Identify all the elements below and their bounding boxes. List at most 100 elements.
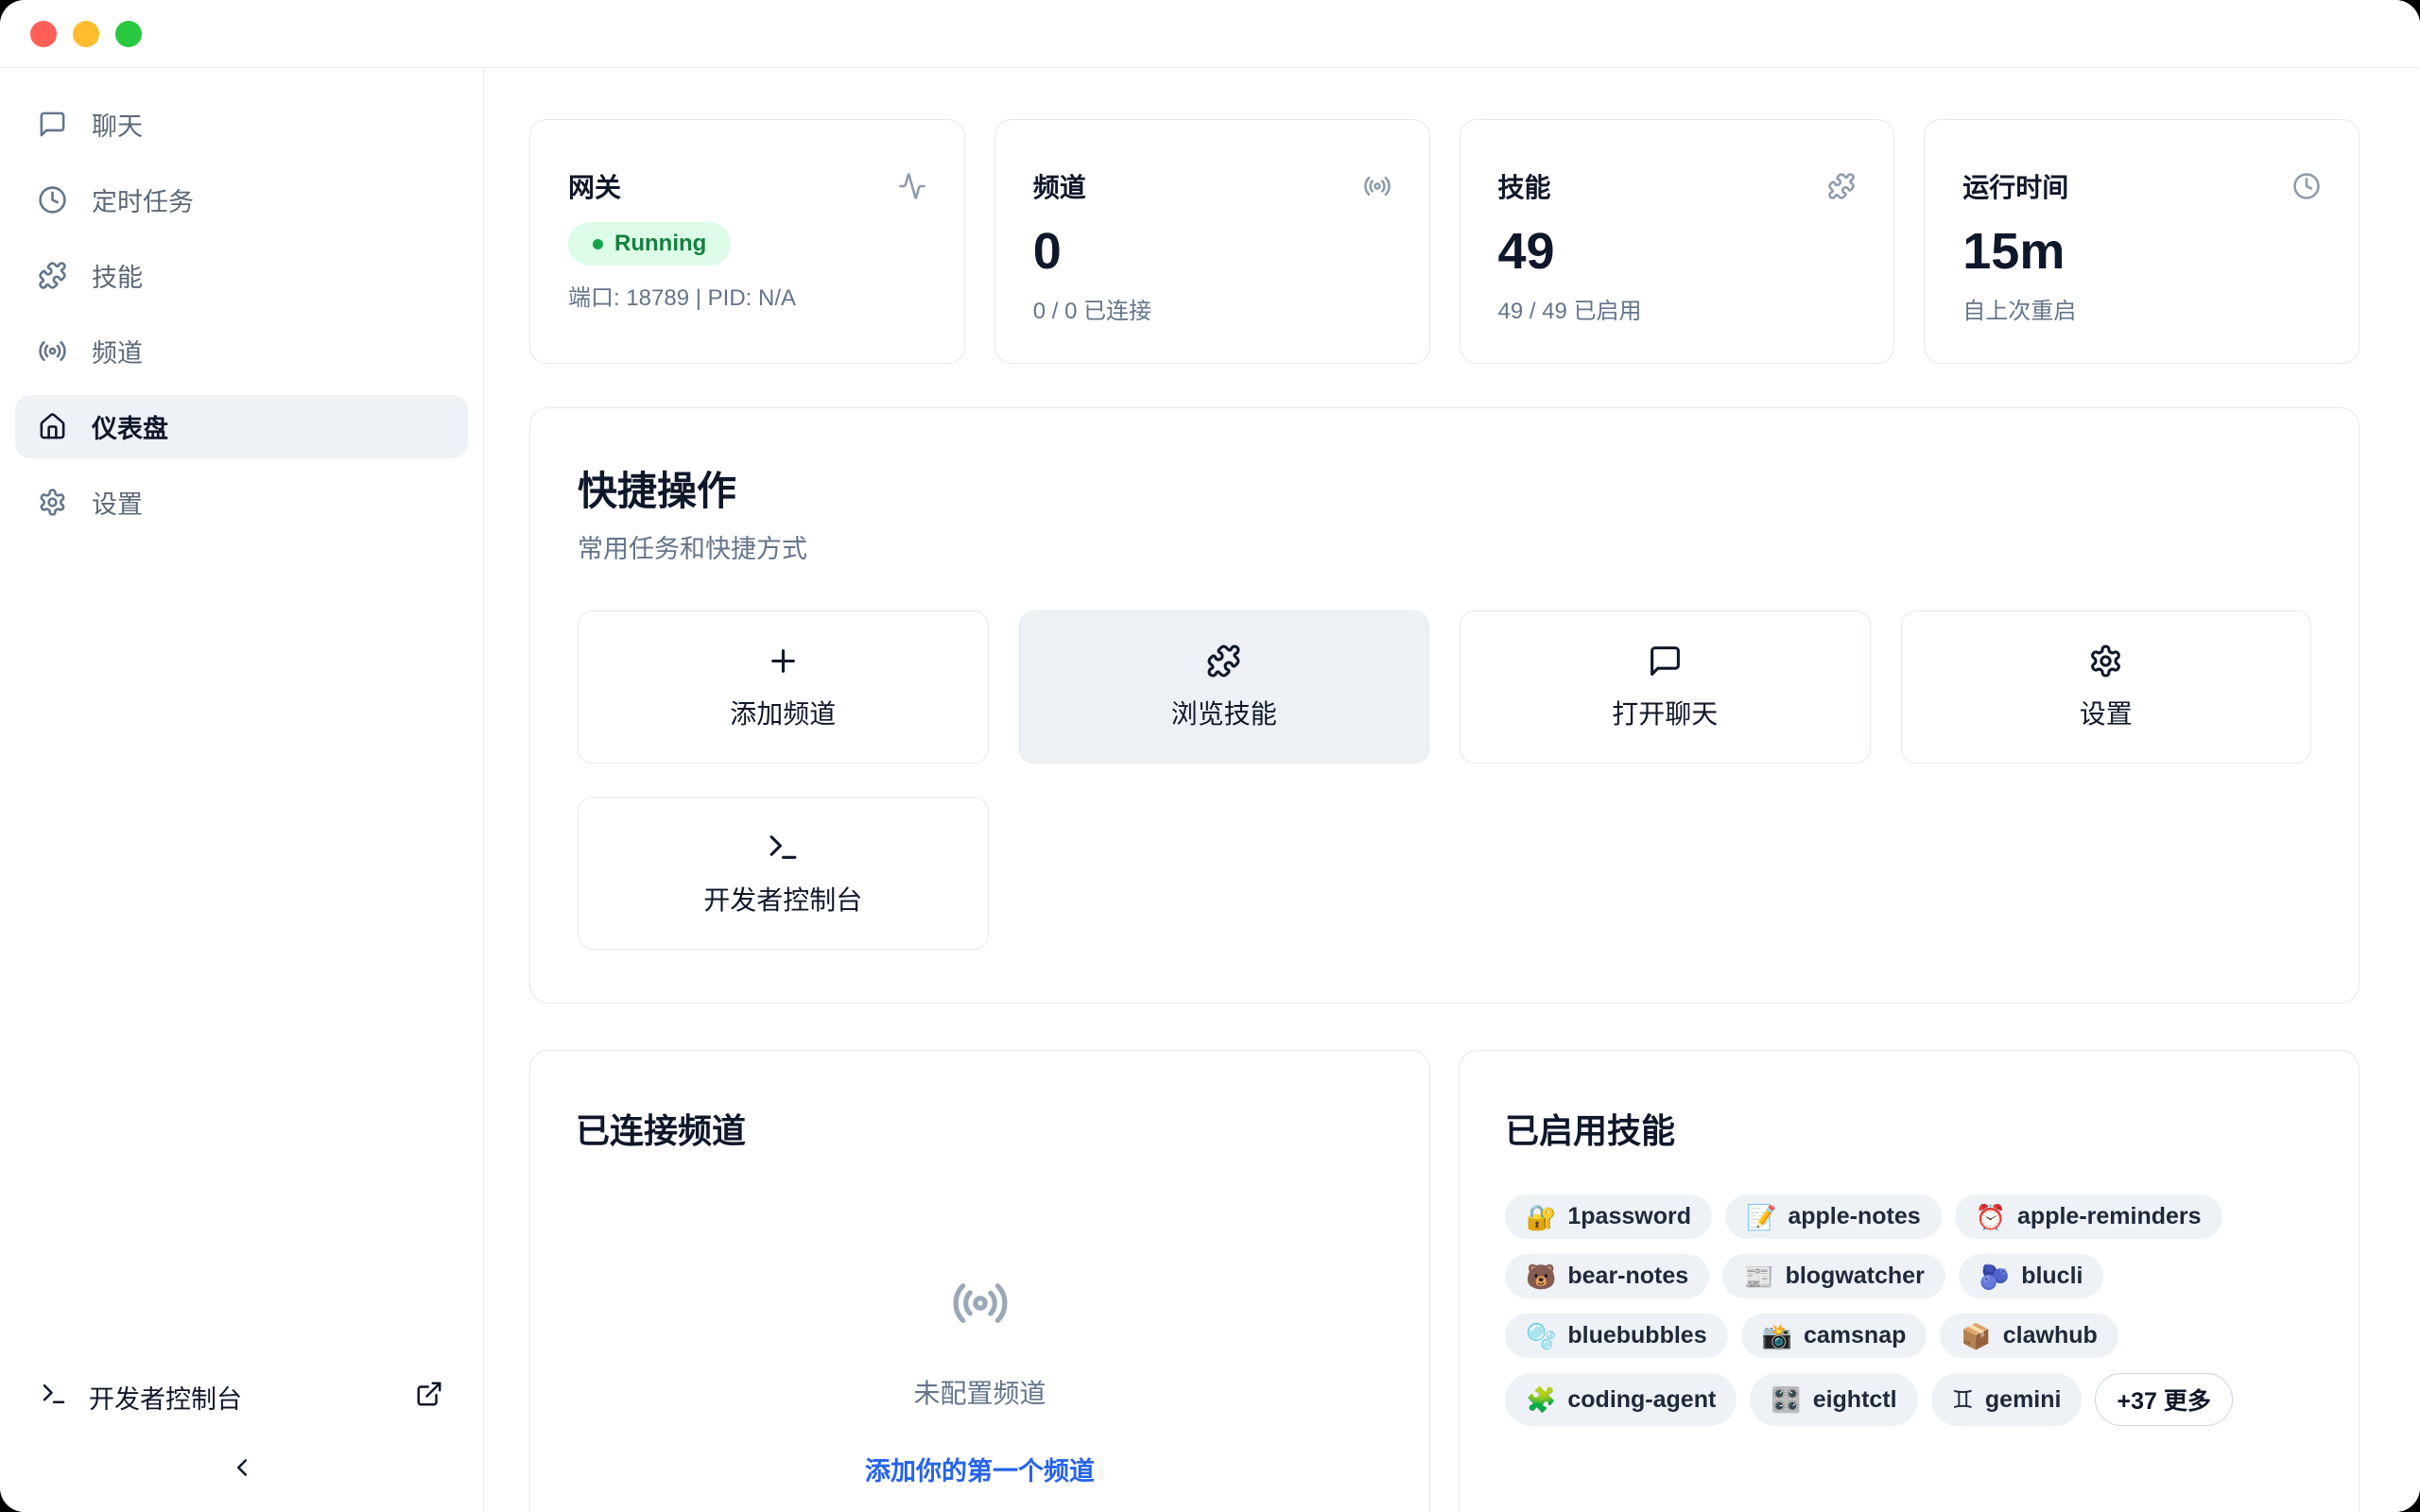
connected-channels-card: 已连接频道 未配置频道 添加你的第一个频道	[529, 1050, 1430, 1512]
sidebar-item-label: 仪表盘	[92, 408, 168, 445]
stat-value: 49	[1498, 226, 1857, 277]
minimize-button[interactable]	[73, 21, 99, 47]
external-link-icon	[415, 1380, 443, 1408]
skill-badge-eightctl: 🎛️ eightctl	[1750, 1373, 1917, 1426]
sidebar-item-技能[interactable]: 技能	[15, 244, 468, 307]
maximize-button[interactable]	[115, 21, 142, 47]
sidebar-collapse-button[interactable]	[15, 1429, 468, 1486]
quick-action-设置[interactable]: 设置	[1901, 610, 2312, 764]
sidebar-item-频道[interactable]: 频道	[15, 319, 468, 383]
channels-empty-text: 未配置频道	[913, 1373, 1046, 1411]
terminal-icon	[40, 1380, 68, 1408]
quick-action-浏览技能[interactable]: 浏览技能	[1019, 610, 1430, 764]
connected-channels-title: 已连接频道	[576, 1104, 1384, 1153]
sidebar-item-定时任务[interactable]: 定时任务	[15, 168, 468, 232]
skill-name: apple-reminders	[2017, 1203, 2202, 1230]
titlebar	[0, 0, 2420, 68]
puzzle-icon	[1827, 172, 1856, 200]
settings-icon	[2088, 644, 2123, 679]
skill-emoji-icon: 🧩	[1526, 1387, 1556, 1412]
quick-action-label: 开发者控制台	[703, 880, 862, 918]
enabled-skills-card: 已启用技能 🔐 1password 📝 apple-notes ⏰ apple-…	[1459, 1050, 2360, 1512]
sidebar-item-聊天[interactable]: 聊天	[15, 93, 468, 156]
quick-action-label: 打开聊天	[1612, 694, 1718, 731]
skill-name: 1password	[1567, 1203, 1691, 1230]
stat-subtitle: 0 / 0 已连接	[1033, 292, 1392, 325]
stat-card-运行时间: 运行时间 15m 自上次重启	[1924, 119, 2360, 364]
dev-console-label: 开发者控制台	[89, 1379, 242, 1416]
close-button[interactable]	[30, 21, 57, 47]
skill-badge-coding-agent: 🧩 coding-agent	[1505, 1373, 1737, 1426]
skill-name: clawhub	[2003, 1322, 2098, 1349]
radio-icon	[1363, 172, 1392, 200]
stat-value: 0	[1033, 226, 1392, 277]
sidebar: 聊天 定时任务 技能 频道 仪表盘 设置 开发者控制台	[0, 68, 484, 1512]
dev-console-button[interactable]: 开发者控制台	[15, 1366, 468, 1429]
home-icon	[38, 412, 67, 441]
quick-action-开发者控制台[interactable]: 开发者控制台	[578, 797, 989, 950]
skill-emoji-icon: 🔐	[1526, 1205, 1556, 1229]
sidebar-item-label: 技能	[92, 257, 143, 294]
stat-card-网关: 网关 Running 端口: 18789 | PID: N/A	[529, 119, 965, 364]
activity-icon	[898, 172, 926, 200]
stat-subtitle: 49 / 49 已启用	[1498, 292, 1857, 325]
stat-value: 15m	[1962, 226, 2321, 277]
message-square-icon	[38, 110, 67, 139]
chevron-left-icon	[228, 1453, 256, 1482]
terminal-icon	[766, 830, 801, 865]
skill-emoji-icon: 📰	[1743, 1264, 1773, 1289]
status-dot-icon	[593, 239, 603, 249]
message-square-icon	[1648, 644, 1683, 679]
sidebar-item-label: 频道	[92, 333, 143, 369]
stat-title: 运行时间	[1962, 167, 2068, 205]
quick-action-添加频道[interactable]: 添加频道	[578, 610, 989, 764]
skill-badge-bear-notes: 🐻 bear-notes	[1505, 1254, 1709, 1298]
sidebar-nav: 聊天 定时任务 技能 频道 仪表盘 设置	[15, 93, 468, 534]
skill-badge-clawhub: 📦 clawhub	[1940, 1314, 2118, 1358]
stat-subtitle: 自上次重启	[1962, 292, 2321, 325]
skill-badge-blogwatcher: 📰 blogwatcher	[1722, 1254, 1945, 1298]
stat-subtitle: 端口: 18789 | PID: N/A	[568, 279, 926, 312]
sidebar-item-label: 设置	[92, 484, 143, 521]
stats-row: 网关 Running 端口: 18789 | PID: N/A 频道 0 0 /…	[529, 119, 2360, 364]
radio-icon	[951, 1274, 1010, 1337]
skill-name: coding-agent	[1567, 1386, 1716, 1414]
sidebar-footer: 开发者控制台	[15, 1366, 468, 1486]
channels-empty-state: 未配置频道 添加你的第一个频道	[576, 1274, 1384, 1487]
clock-icon	[38, 185, 67, 215]
skill-badges: 🔐 1password 📝 apple-notes ⏰ apple-remind…	[1505, 1194, 2313, 1426]
sidebar-item-label: 聊天	[92, 106, 143, 143]
stat-card-技能: 技能 49 49 / 49 已启用	[1460, 119, 1895, 364]
quick-action-打开聊天[interactable]: 打开聊天	[1460, 610, 1871, 764]
skill-emoji-icon: 🎛️	[1771, 1387, 1801, 1412]
puzzle-icon	[38, 261, 67, 290]
stat-title: 技能	[1498, 167, 1551, 205]
skill-name: blucli	[2021, 1263, 2083, 1290]
add-first-channel-link[interactable]: 添加你的第一个频道	[865, 1451, 1095, 1487]
sidebar-item-设置[interactable]: 设置	[15, 471, 468, 534]
skill-name: apple-notes	[1788, 1203, 1920, 1230]
skill-emoji-icon: 📸	[1762, 1324, 1792, 1349]
puzzle-icon	[1206, 644, 1241, 679]
quick-action-label: 浏览技能	[1171, 694, 1277, 731]
skill-name: eightctl	[1813, 1386, 1897, 1414]
skill-badge-blucli: 🫐 blucli	[1959, 1254, 2104, 1298]
stat-card-频道: 频道 0 0 / 0 已连接	[994, 119, 1430, 364]
skill-name: blogwatcher	[1786, 1263, 1925, 1290]
skill-name: bear-notes	[1567, 1263, 1688, 1290]
skill-emoji-icon: 🫧	[1526, 1324, 1556, 1349]
skill-emoji-icon: 📦	[1961, 1324, 1991, 1349]
quick-actions-grid: 添加频道 浏览技能 打开聊天 设置 开发者控制台	[578, 610, 2311, 950]
status-badge: Running	[568, 222, 731, 266]
external-link-icon	[415, 1380, 443, 1415]
skill-name: gemini	[1985, 1386, 2062, 1414]
clock-icon	[2292, 172, 2321, 200]
window-body: 聊天 定时任务 技能 频道 仪表盘 设置 开发者控制台	[0, 68, 2420, 1512]
sidebar-item-label: 定时任务	[92, 181, 194, 218]
sidebar-item-仪表盘[interactable]: 仪表盘	[15, 395, 468, 458]
status-label: Running	[614, 231, 706, 257]
more-skills-badge[interactable]: +37 更多	[2095, 1373, 2232, 1426]
quick-action-label: 添加频道	[730, 694, 836, 731]
skill-name: bluebubbles	[1567, 1322, 1706, 1349]
terminal-icon	[40, 1380, 68, 1415]
